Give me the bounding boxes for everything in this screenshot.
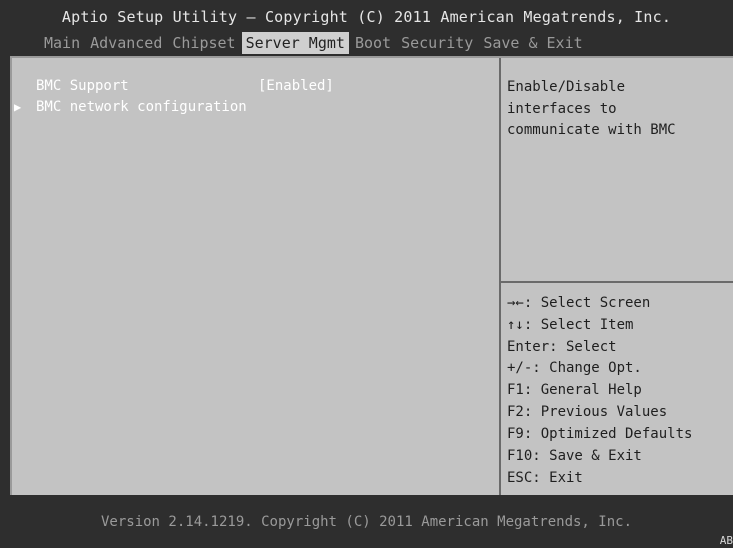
setting-row-bmc-network-configuration[interactable]: ▶ BMC network configuration <box>12 97 499 117</box>
settings-pane: BMC Support [Enabled] ▶ BMC network conf… <box>12 58 499 495</box>
key-hint: +/-: Change Opt. <box>507 360 642 376</box>
window-title: Aptio Setup Utility – Copyright (C) 2011… <box>61 8 672 26</box>
tab-boot[interactable]: Boot <box>351 32 395 54</box>
help-pane: Enable/Disable interfaces to communicate… <box>501 58 733 495</box>
key-hint: →←: Select Screen <box>507 295 651 311</box>
key-hint: F2: Previous Values <box>507 404 668 420</box>
setting-label: BMC Support <box>36 78 129 94</box>
tab-main[interactable]: Main <box>40 32 84 54</box>
help-text-line: communicate with BMC <box>507 122 676 138</box>
setup-panel: BMC Support [Enabled] ▶ BMC network conf… <box>10 56 733 495</box>
key-hint: F10: Save & Exit <box>507 448 642 464</box>
help-divider <box>501 281 733 283</box>
corner-label: AB <box>719 534 733 547</box>
help-text-line: Enable/Disable <box>507 79 626 95</box>
tab-save-exit[interactable]: Save & Exit <box>479 32 586 54</box>
submenu-arrow-icon: ▶ <box>14 100 22 114</box>
key-hint: F1: General Help <box>507 382 642 398</box>
menu-tabs: Main Advanced Chipset Server Mgmt Boot S… <box>40 32 589 54</box>
help-text-line: interfaces to <box>507 101 617 117</box>
tab-server-mgmt[interactable]: Server Mgmt <box>241 32 349 54</box>
setting-label: BMC network configuration <box>36 99 247 115</box>
setting-row-bmc-support[interactable]: BMC Support [Enabled] <box>12 76 499 96</box>
tab-chipset[interactable]: Chipset <box>168 32 239 54</box>
key-hint: Enter: Select <box>507 339 617 355</box>
key-hint: F9: Optimized Defaults <box>507 426 693 442</box>
tab-security[interactable]: Security <box>397 32 477 54</box>
tab-advanced[interactable]: Advanced <box>86 32 166 54</box>
status-bar: Version 2.14.1219. Copyright (C) 2011 Am… <box>0 495 733 548</box>
key-hint: ESC: Exit <box>507 470 583 486</box>
key-hint: ↑↓: Select Item <box>507 317 634 333</box>
setting-value[interactable]: [Enabled] <box>258 76 334 96</box>
version-text: Version 2.14.1219. Copyright (C) 2011 Am… <box>100 514 632 530</box>
